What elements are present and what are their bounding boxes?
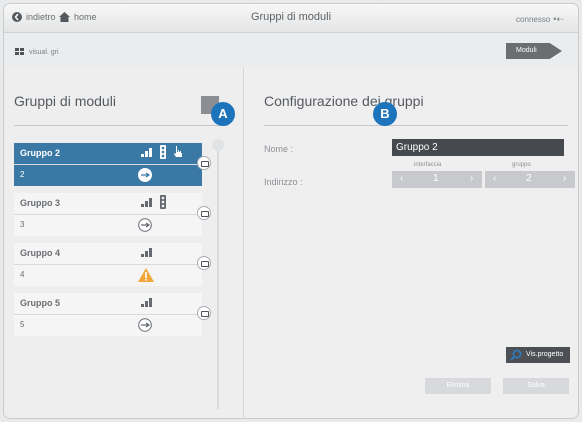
callout-b: B xyxy=(373,102,397,126)
groups-panel: Gruppi di moduli A Gruppo 2 2 Gruppo 3 3… xyxy=(4,67,244,418)
delete-button[interactable]: Elimina xyxy=(425,378,491,394)
warning-icon xyxy=(138,268,154,287)
group-value: 2 xyxy=(526,173,532,184)
group-caption: gruppo xyxy=(512,162,531,168)
page-title: Gruppi di moduli xyxy=(250,11,332,23)
sub-toolbar: visual. gri Moduli xyxy=(4,33,578,68)
app-window: indietro home Gruppi di moduli connesso … xyxy=(4,4,578,418)
group-edit-button[interactable] xyxy=(197,206,211,220)
usb-icon: •⇠ xyxy=(553,14,564,24)
group-header: Gruppo 4 xyxy=(14,243,202,265)
group-address: 5 xyxy=(20,320,25,329)
antenna-icon xyxy=(141,148,152,157)
group-address: 4 xyxy=(20,270,25,279)
interface-caption: interfaccia xyxy=(414,162,442,168)
increment-icon[interactable]: › xyxy=(470,173,473,184)
group-edit-button[interactable] xyxy=(197,156,211,170)
hand-pointer-icon xyxy=(174,146,182,157)
view-project-label: Vis.progetto xyxy=(526,351,564,358)
usb-circle-icon xyxy=(138,168,152,187)
usb-circle-icon xyxy=(138,218,152,237)
group-stepper[interactable]: ‹ 2 › xyxy=(485,171,575,188)
view-project-button[interactable]: Vis.progetto xyxy=(506,347,570,363)
connection-label: connesso xyxy=(516,15,551,24)
group-header: Gruppo 3 xyxy=(14,193,202,215)
save-button[interactable]: Salva xyxy=(503,378,569,394)
modules-button[interactable]: Moduli xyxy=(506,43,562,59)
scroll-track[interactable] xyxy=(217,139,219,409)
traffic-light-icon xyxy=(160,145,166,159)
divider xyxy=(264,125,568,126)
decrement-icon[interactable]: ‹ xyxy=(400,173,403,184)
group-edit-button[interactable] xyxy=(197,306,211,320)
interface-value: 1 xyxy=(433,173,439,184)
grid-icon xyxy=(15,48,24,55)
callout-a: A xyxy=(211,102,235,126)
group-feature-icons xyxy=(140,295,154,309)
group-item[interactable]: Gruppo 2 2 xyxy=(14,143,202,186)
group-address-row: 5 xyxy=(14,315,202,336)
connection-status: connesso •⇠ xyxy=(516,14,564,25)
usb-circle-icon xyxy=(138,318,152,337)
group-header: Gruppo 5 xyxy=(14,293,202,315)
group-address: 2 xyxy=(20,170,25,179)
groups-panel-title: Gruppi di moduli xyxy=(14,93,116,109)
antenna-icon xyxy=(141,298,152,307)
group-feature-icons xyxy=(140,195,168,209)
magnifier-icon xyxy=(510,349,522,361)
divider xyxy=(14,125,228,126)
grid-view-label: visual. gri xyxy=(29,48,59,56)
group-name: Gruppo 4 xyxy=(20,248,60,258)
group-address: 3 xyxy=(20,220,25,229)
group-item[interactable]: Gruppo 3 3 xyxy=(14,193,202,236)
group-item[interactable]: Gruppo 4 4 xyxy=(14,243,202,286)
group-name: Gruppo 2 xyxy=(20,148,60,158)
group-feature-icons xyxy=(140,145,184,159)
interface-stepper[interactable]: ‹ 1 › xyxy=(392,171,482,188)
decrement-icon[interactable]: ‹ xyxy=(493,173,496,184)
config-panel: Configurazione dei gruppi B Nome : Grupp… xyxy=(244,67,578,418)
group-feature-icons xyxy=(140,245,154,259)
name-field[interactable]: Gruppo 2 xyxy=(392,139,564,156)
scroll-thumb[interactable] xyxy=(212,139,224,151)
group-address-row: 3 xyxy=(14,215,202,236)
grid-view-link[interactable]: visual. gri xyxy=(15,48,59,56)
increment-icon[interactable]: › xyxy=(563,173,566,184)
config-panel-title: Configurazione dei gruppi xyxy=(264,93,424,109)
group-address-row: 2 xyxy=(14,165,202,186)
name-label: Nome : xyxy=(264,144,294,154)
group-edit-button[interactable] xyxy=(197,256,211,270)
antenna-icon xyxy=(141,198,152,207)
address-label: Indirizzo : xyxy=(264,177,303,187)
antenna-icon xyxy=(141,248,152,257)
group-name: Gruppo 3 xyxy=(20,198,60,208)
group-item[interactable]: Gruppo 5 5 xyxy=(14,293,202,336)
traffic-light-icon xyxy=(160,195,166,209)
group-name: Gruppo 5 xyxy=(20,298,60,308)
group-address-row: 4 xyxy=(14,265,202,286)
top-bar: indietro home Gruppi di moduli connesso … xyxy=(4,4,578,33)
group-header: Gruppo 2 xyxy=(14,143,202,165)
